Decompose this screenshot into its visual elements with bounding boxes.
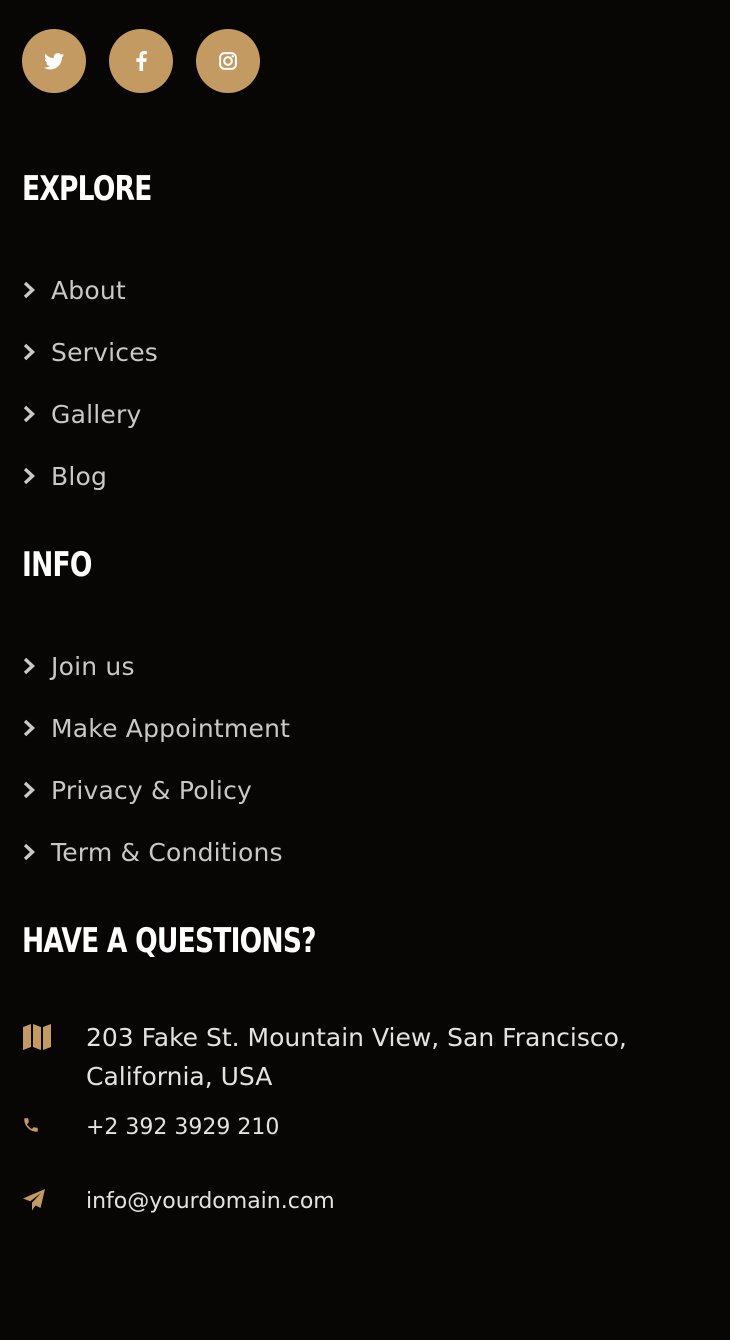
link-label: Services	[51, 337, 159, 367]
address-text: 203 Fake St. Mountain View, San Francisc…	[86, 1023, 627, 1091]
chevron-right-icon	[23, 405, 35, 423]
link-label: About	[51, 275, 126, 305]
info-link-privacy-policy[interactable]: Privacy & Policy	[22, 776, 252, 805]
link-label: Privacy & Policy	[51, 775, 253, 805]
list-item: About	[22, 259, 158, 321]
chevron-right-icon	[23, 281, 35, 299]
info-links: Join us Make Appointment Privacy & Polic…	[22, 635, 290, 883]
facebook-icon	[135, 51, 147, 71]
contact-email: info@yourdomain.com	[22, 1182, 646, 1221]
map-icon	[23, 1024, 51, 1050]
list-item: Blog	[22, 445, 158, 507]
phone-icon	[24, 1118, 38, 1132]
phone-text[interactable]: +2 392 3929 210	[86, 1108, 646, 1147]
link-label: Gallery	[51, 399, 142, 429]
contact-heading: HAVE A QUESTIONS?	[22, 921, 317, 961]
list-item: Privacy & Policy	[22, 759, 290, 821]
chevron-right-icon	[23, 781, 35, 799]
info-link-term-conditions[interactable]: Term & Conditions	[22, 838, 283, 867]
instagram-button[interactable]	[196, 29, 260, 93]
list-item: Make Appointment	[22, 697, 290, 759]
link-label: Term & Conditions	[51, 837, 283, 867]
paper-plane-icon	[23, 1189, 45, 1211]
facebook-button[interactable]	[109, 29, 173, 93]
explore-link-services[interactable]: Services	[22, 338, 158, 367]
chevron-right-icon	[23, 657, 35, 675]
chevron-right-icon	[23, 719, 35, 737]
info-link-make-appointment[interactable]: Make Appointment	[22, 714, 290, 743]
link-label: Join us	[51, 651, 135, 681]
explore-links: About Services Gallery Blog	[22, 259, 158, 507]
explore-heading: EXPLORE	[22, 169, 152, 209]
twitter-button[interactable]	[22, 29, 86, 93]
list-item: Services	[22, 321, 158, 383]
contact-phone: +2 392 3929 210	[22, 1108, 646, 1147]
twitter-icon	[44, 52, 64, 69]
explore-link-gallery[interactable]: Gallery	[22, 400, 141, 429]
chevron-right-icon	[23, 843, 35, 861]
email-text[interactable]: info@yourdomain.com	[86, 1182, 646, 1221]
chevron-right-icon	[23, 467, 35, 485]
info-link-join-us[interactable]: Join us	[22, 652, 135, 681]
list-item: Gallery	[22, 383, 158, 445]
link-label: Blog	[51, 461, 108, 491]
link-label: Make Appointment	[51, 713, 291, 743]
info-heading: INFO	[22, 545, 92, 585]
list-item: Join us	[22, 635, 290, 697]
social-links	[22, 29, 260, 93]
list-item: Term & Conditions	[22, 821, 290, 883]
instagram-icon	[219, 52, 237, 70]
contact-address: 203 Fake St. Mountain View, San Francisc…	[22, 1018, 646, 1096]
chevron-right-icon	[23, 343, 35, 361]
explore-link-blog[interactable]: Blog	[22, 462, 107, 491]
explore-link-about[interactable]: About	[22, 276, 126, 305]
